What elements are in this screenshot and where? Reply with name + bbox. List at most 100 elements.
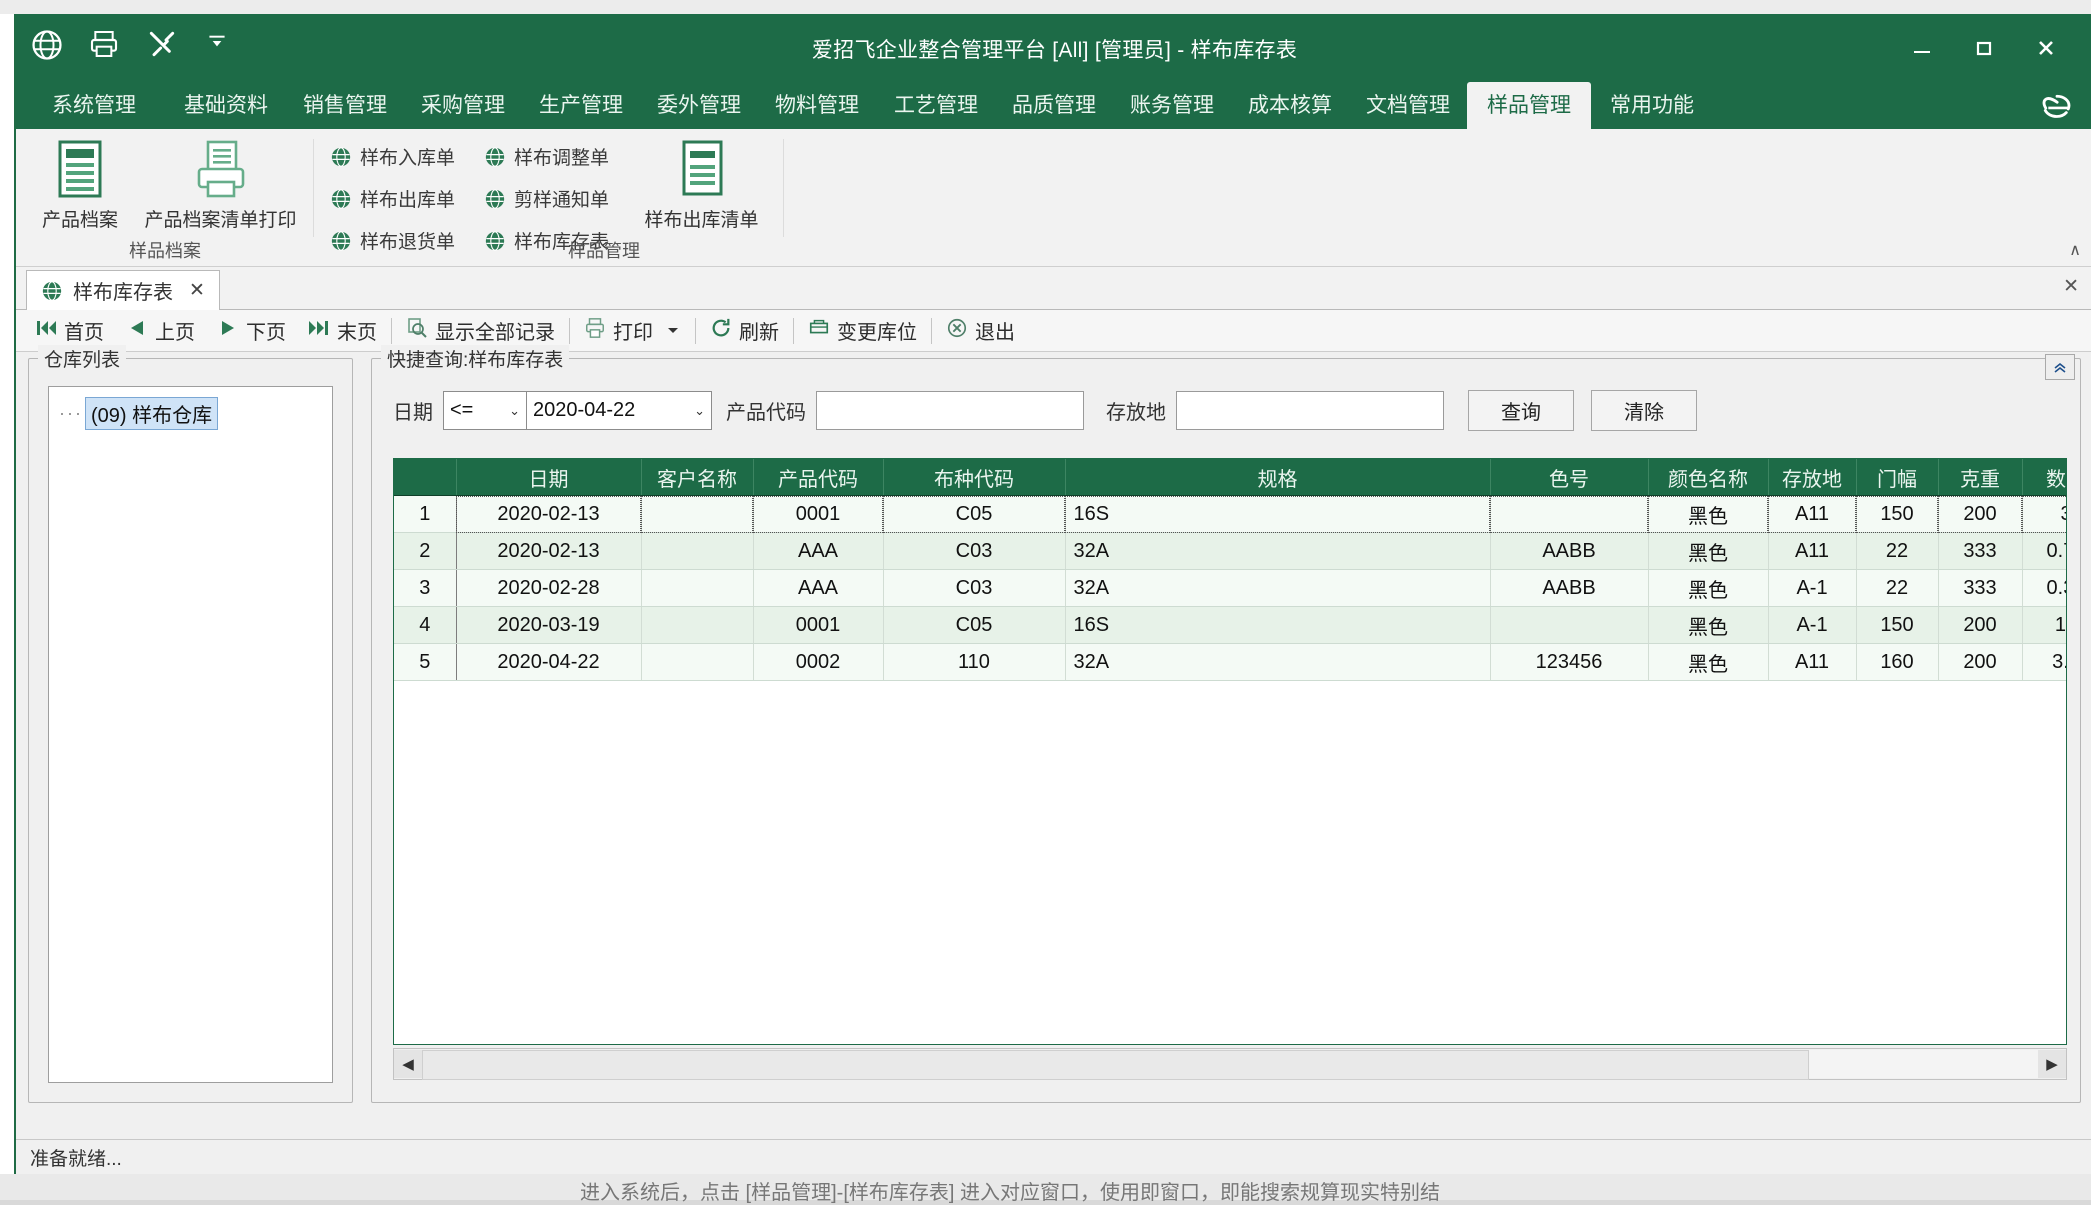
col-header-width[interactable]: 门幅	[1856, 459, 1938, 496]
cell-color-name[interactable]: 黑色	[1648, 644, 1768, 681]
cell-customer[interactable]	[641, 570, 753, 607]
table-row[interactable]: 4 2020-03-19 0001 C05 16S 黑色 A-1 150 200…	[394, 607, 2067, 644]
table-row[interactable]: 3 2020-02-28 AAA C03 32A AABB 黑色 A-1 22 …	[394, 570, 2067, 607]
ribbon-tab-10[interactable]: 成本核算	[1230, 82, 1350, 129]
cell-fabric-code[interactable]: 110	[883, 644, 1065, 681]
col-header-color-name[interactable]: 颜色名称	[1648, 459, 1768, 496]
cell-weight[interactable]: 333	[1938, 570, 2022, 607]
clear-button[interactable]: 清除	[1591, 390, 1697, 431]
cell-spec[interactable]: 16S	[1065, 496, 1490, 533]
cell-fabric-code[interactable]: C05	[883, 607, 1065, 644]
table-row[interactable]: 2 2020-02-13 AAA C03 32A AABB 黑色 A11 22 …	[394, 533, 2067, 570]
warehouse-tree-node[interactable]: ··· (09) 样布仓库	[59, 397, 218, 430]
table-row[interactable]: 5 2020-04-22 0002 110 32A 123456 黑色 A11 …	[394, 644, 2067, 681]
ribbon-button-sample-return[interactable]: 样布退货单	[330, 227, 455, 254]
scroll-right-button[interactable]: ▶	[2038, 1050, 2066, 1078]
chevron-down-icon[interactable]	[665, 319, 681, 342]
col-header-date[interactable]: 日期	[456, 459, 641, 496]
ribbon-tab-4[interactable]: 生产管理	[521, 82, 641, 129]
browser-logo-icon[interactable]	[2039, 88, 2075, 124]
cell-date[interactable]: 2020-02-13	[456, 496, 641, 533]
cell-weight[interactable]: 200	[1938, 644, 2022, 681]
cell-date[interactable]: 2020-02-28	[456, 570, 641, 607]
date-value-select[interactable]: 2020-04-22 ⌄	[526, 391, 712, 430]
cell-quantity[interactable]: 0.73	[2022, 533, 2067, 570]
col-header-weight[interactable]: 克重	[1938, 459, 2022, 496]
cell-date[interactable]: 2020-03-19	[456, 607, 641, 644]
horizontal-scrollbar[interactable]: ◀ ▶	[393, 1048, 2067, 1080]
cell-product-code[interactable]: 0001	[753, 496, 883, 533]
maximize-button[interactable]	[1953, 28, 2015, 68]
cell-spec[interactable]: 16S	[1065, 607, 1490, 644]
cell-product-code[interactable]: 0002	[753, 644, 883, 681]
ribbon-tab-12[interactable]: 样品管理	[1467, 82, 1591, 129]
location-input[interactable]	[1176, 391, 1444, 430]
cell-color-name[interactable]: 黑色	[1648, 533, 1768, 570]
cell-spec[interactable]: 32A	[1065, 533, 1490, 570]
command-change-location[interactable]: 变更库位	[797, 314, 928, 348]
close-all-tabs-button[interactable]: ✕	[2063, 275, 2079, 298]
ribbon-tab-7[interactable]: 工艺管理	[876, 82, 996, 129]
document-tab-sample-stock[interactable]: 样布库存表 ✕	[26, 270, 220, 310]
ribbon-button-product-archive[interactable]: 产品档案	[28, 137, 132, 232]
col-header-spec[interactable]: 规格	[1065, 459, 1490, 496]
col-header-product-code[interactable]: 产品代码	[753, 459, 883, 496]
double-chevron-up-icon[interactable]	[2045, 354, 2075, 380]
cell-location[interactable]: A-1	[1768, 570, 1856, 607]
command-exit[interactable]: 退出	[935, 314, 1026, 348]
scrollbar-thumb[interactable]	[422, 1050, 1809, 1080]
warehouse-tree[interactable]: ··· (09) 样布仓库	[48, 386, 333, 1083]
scrollbar-track[interactable]	[422, 1050, 2038, 1078]
ribbon-tab-13[interactable]: 常用功能	[1592, 82, 1712, 129]
cell-color-no[interactable]	[1490, 496, 1648, 533]
ribbon-tab-3[interactable]: 采购管理	[403, 82, 523, 129]
ribbon-button-product-archive-print[interactable]: 产品档案清单打印	[138, 137, 303, 232]
ribbon-button-sample-inbound[interactable]: 样布入库单	[330, 143, 455, 170]
cell-width[interactable]: 150	[1856, 496, 1938, 533]
command-next-page[interactable]: 下页	[206, 314, 297, 348]
cell-customer[interactable]	[641, 607, 753, 644]
cell-color-no[interactable]: AABB	[1490, 533, 1648, 570]
ribbon-button-cut-sample-notice[interactable]: 剪样通知单	[484, 185, 609, 212]
warehouse-node-label[interactable]: (09) 样布仓库	[85, 397, 218, 430]
cell-color-no[interactable]	[1490, 607, 1648, 644]
cell-fabric-code[interactable]: C05	[883, 496, 1065, 533]
cell-color-name[interactable]: 黑色	[1648, 607, 1768, 644]
cell-customer[interactable]	[641, 644, 753, 681]
ribbon-tab-11[interactable]: 文档管理	[1348, 82, 1468, 129]
cell-location[interactable]: A11	[1768, 644, 1856, 681]
query-button[interactable]: 查询	[1468, 390, 1574, 431]
cell-product-code[interactable]: 0001	[753, 607, 883, 644]
cell-location[interactable]: A-1	[1768, 607, 1856, 644]
cell-product-code[interactable]: AAA	[753, 533, 883, 570]
col-header-quantity[interactable]: 数量	[2022, 459, 2067, 496]
cell-quantity[interactable]: 0.37	[2022, 570, 2067, 607]
cell-width[interactable]: 22	[1856, 533, 1938, 570]
cell-fabric-code[interactable]: C03	[883, 533, 1065, 570]
command-last-page[interactable]: 末页	[297, 314, 388, 348]
stock-data-grid[interactable]: 日期 客户名称 产品代码 布种代码 规格 色号 颜色名称 存放地 门幅 克重 数…	[393, 458, 2067, 1045]
minimize-button[interactable]	[1891, 28, 1953, 68]
close-button[interactable]	[2015, 28, 2077, 68]
ribbon-tab-6[interactable]: 物料管理	[757, 82, 877, 129]
command-show-all-records[interactable]: 显示全部记录	[395, 314, 566, 348]
cell-weight[interactable]: 200	[1938, 496, 2022, 533]
product-code-input[interactable]	[816, 391, 1084, 430]
ribbon-tab-2[interactable]: 销售管理	[285, 82, 405, 129]
cell-customer[interactable]	[641, 533, 753, 570]
cell-date[interactable]: 2020-02-13	[456, 533, 641, 570]
ribbon-tab-9[interactable]: 账务管理	[1112, 82, 1232, 129]
command-print[interactable]: 打印	[573, 314, 692, 348]
scroll-left-button[interactable]: ◀	[394, 1050, 422, 1078]
ribbon-button-sample-adjust[interactable]: 样布调整单	[484, 143, 609, 170]
ribbon-tab-5[interactable]: 委外管理	[639, 82, 759, 129]
cell-color-no[interactable]: AABB	[1490, 570, 1648, 607]
close-icon[interactable]: ✕	[189, 279, 205, 302]
cell-width[interactable]: 160	[1856, 644, 1938, 681]
command-prev-page[interactable]: 上页	[115, 314, 206, 348]
cell-color-no[interactable]: 123456	[1490, 644, 1648, 681]
ribbon-button-sample-outbound[interactable]: 样布出库单	[330, 185, 455, 212]
cell-fabric-code[interactable]: C03	[883, 570, 1065, 607]
cell-color-name[interactable]: 黑色	[1648, 570, 1768, 607]
cell-weight[interactable]: 333	[1938, 533, 2022, 570]
